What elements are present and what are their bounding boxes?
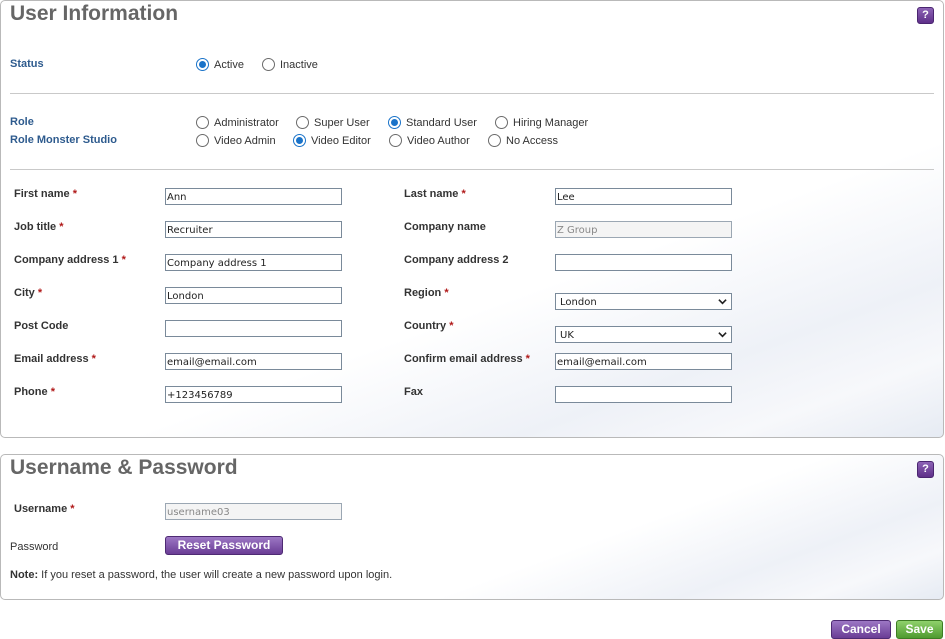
radio-icon[interactable] [196,134,209,147]
role-standard-user-label: Standard User [406,116,477,129]
studio-video-admin-option[interactable]: Video Admin [196,134,276,147]
studio-video-editor-option[interactable]: Video Editor [293,134,371,147]
last-name-label: Last name * [404,188,466,200]
country-label: Country * [404,320,454,332]
password-note: Note: If you reset a password, the user … [10,569,393,581]
company-address-2-label: Company address 2 [404,254,509,266]
fax-label: Fax [404,386,423,398]
role-administrator-option[interactable]: Administrator [196,116,279,129]
phone-label: Phone * [14,386,55,398]
username-input: username03 [165,503,342,520]
job-title-input[interactable]: Recruiter [165,221,342,238]
city-label: City * [14,287,43,299]
password-label: Password [10,541,59,553]
email-input[interactable]: email@email.com [165,353,342,370]
username-label: Username * [14,503,75,515]
job-title-label: Job title * [14,221,64,233]
email-label: Email address * [14,353,96,365]
company-name-input: Z Group [555,221,732,238]
status-inactive-option[interactable]: Inactive [262,58,318,71]
studio-video-editor-label: Video Editor [311,134,371,147]
company-address-1-input[interactable]: Company address 1 [165,254,342,271]
status-active-option[interactable]: Active [196,58,244,71]
cancel-button[interactable]: Cancel [831,620,891,639]
confirm-email-input[interactable]: email@email.com [555,353,732,370]
reset-password-button[interactable]: Reset Password [165,536,283,555]
status-active-label: Active [214,58,244,71]
status-label: Status [10,58,44,70]
region-label: Region * [404,287,449,299]
region-select[interactable]: London [555,293,732,310]
role-hiring-manager-option[interactable]: Hiring Manager [495,116,588,129]
radio-icon[interactable] [262,58,275,71]
studio-video-author-option[interactable]: Video Author [389,134,470,147]
divider [10,93,934,94]
post-code-label: Post Code [14,320,69,332]
country-select[interactable]: UK [555,326,732,343]
status-inactive-label: Inactive [280,58,318,71]
role-super-user-option[interactable]: Super User [296,116,370,129]
help-icon[interactable]: ? [917,7,934,24]
company-address-1-label: Company address 1 * [14,254,126,266]
radio-icon[interactable] [488,134,501,147]
user-information-title: User Information [10,2,179,25]
radio-icon[interactable] [495,116,508,129]
fax-input[interactable] [555,386,732,403]
studio-no-access-option[interactable]: No Access [488,134,558,147]
role-administrator-label: Administrator [214,116,279,129]
role-super-user-label: Super User [314,116,370,129]
role-label: Role [10,116,34,128]
radio-selected-icon[interactable] [293,134,306,147]
city-input[interactable]: London [165,287,342,304]
radio-icon[interactable] [296,116,309,129]
first-name-label: First name * [14,188,77,200]
company-address-2-input[interactable] [555,254,732,271]
radio-icon[interactable] [196,116,209,129]
confirm-email-label: Confirm email address * [404,353,530,365]
user-information-panel: User Information ? Status Active Inactiv… [0,0,944,438]
role-studio-label: Role Monster Studio [10,134,117,146]
studio-video-admin-label: Video Admin [214,134,276,147]
post-code-input[interactable] [165,320,342,337]
chevron-down-icon [718,299,727,305]
first-name-input[interactable]: Ann [165,188,342,205]
username-password-title: Username & Password [10,456,238,479]
studio-video-author-label: Video Author [407,134,470,147]
role-hiring-manager-label: Hiring Manager [513,116,589,129]
phone-input[interactable]: +123456789 [165,386,342,403]
company-name-label: Company name [404,221,486,233]
role-standard-user-option[interactable]: Standard User [388,116,477,129]
save-button[interactable]: Save [896,620,943,639]
region-selected-value: London [560,297,597,308]
studio-no-access-label: No Access [506,134,558,147]
radio-selected-icon[interactable] [388,116,401,129]
help-icon[interactable]: ? [917,461,934,478]
chevron-down-icon [718,332,727,338]
radio-selected-icon[interactable] [196,58,209,71]
radio-icon[interactable] [389,134,402,147]
divider [10,169,934,170]
username-password-panel: Username & Password ? Username * usernam… [0,454,944,600]
last-name-input[interactable]: Lee [555,188,732,205]
country-selected-value: UK [560,330,574,341]
